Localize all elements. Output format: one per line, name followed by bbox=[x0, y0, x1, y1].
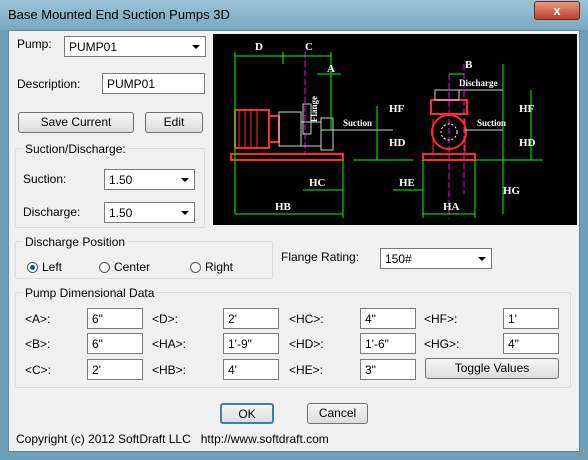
edit-button[interactable]: Edit bbox=[145, 112, 203, 133]
dim-label-c: C bbox=[305, 41, 313, 53]
description-input[interactable]: PUMP01 bbox=[102, 73, 205, 94]
chevron-down-icon bbox=[181, 178, 189, 182]
flange-rating-select[interactable]: 150# bbox=[380, 248, 492, 269]
label-hd: <HD>: bbox=[289, 337, 324, 351]
pump-body bbox=[278, 111, 302, 147]
cancel-button[interactable]: Cancel bbox=[307, 403, 368, 424]
title-bar: Base Mounted End Suction Pumps 3D x bbox=[0, 0, 588, 30]
flange-label: Flange bbox=[309, 96, 319, 122]
input-ha[interactable]: 1'-9" bbox=[223, 333, 279, 354]
dialog-window: Base Mounted End Suction Pumps 3D x Pump… bbox=[0, 0, 588, 460]
radio-left[interactable] bbox=[27, 262, 38, 273]
chevron-down-icon bbox=[181, 211, 189, 215]
discharge-position-title: Discharge Position bbox=[23, 235, 128, 249]
input-hc[interactable]: 4" bbox=[360, 308, 416, 329]
radio-center[interactable] bbox=[99, 262, 110, 273]
input-b[interactable]: 6" bbox=[87, 333, 143, 354]
suction-select[interactable]: 1.50 bbox=[104, 169, 195, 190]
input-hg[interactable]: 4" bbox=[503, 333, 559, 354]
input-a[interactable]: 6" bbox=[87, 308, 143, 329]
motor-shape bbox=[268, 115, 280, 143]
suction-select-value: 1.50 bbox=[109, 173, 133, 187]
chevron-down-icon bbox=[478, 257, 486, 261]
base-plate bbox=[230, 153, 344, 161]
dim-label-hf-right: HF bbox=[519, 103, 535, 115]
flange-rating-value: 150# bbox=[385, 252, 412, 266]
chevron-down-icon bbox=[192, 45, 200, 49]
label-c: <C>: bbox=[25, 363, 52, 377]
label-ha: <HA>: bbox=[152, 337, 187, 351]
dimensional-data-title: Pump Dimensional Data bbox=[23, 286, 157, 300]
radio-right-label[interactable]: Right bbox=[205, 260, 233, 274]
motor-shape bbox=[234, 109, 270, 149]
dim-label-d: D bbox=[255, 41, 263, 53]
label-hc: <HC>: bbox=[289, 312, 324, 326]
description-label: Description: bbox=[17, 77, 81, 91]
discharge-select[interactable]: 1.50 bbox=[104, 202, 195, 223]
dim-label-a: A bbox=[327, 63, 335, 75]
dim-label-ha: HA bbox=[443, 201, 460, 213]
input-d[interactable]: 2' bbox=[223, 308, 279, 329]
label-d: <D>: bbox=[152, 312, 179, 326]
suction-label: Suction: bbox=[23, 172, 67, 186]
label-hf: <HF>: bbox=[424, 312, 458, 326]
input-hf[interactable]: 1' bbox=[503, 308, 559, 329]
dim-label-b: B bbox=[465, 59, 473, 71]
radio-center-label[interactable]: Center bbox=[114, 260, 150, 274]
radio-left-label[interactable]: Left bbox=[42, 260, 62, 274]
dialog-body: Pump: PUMP01 Description: PUMP01 Save Cu… bbox=[8, 30, 580, 452]
copyright-text: Copyright (c) 2012 SoftDraft LLC http://… bbox=[16, 432, 329, 446]
pump-select-value: PUMP01 bbox=[69, 40, 118, 54]
suction-label-right: Suction bbox=[477, 118, 506, 128]
dim-label-hg: HG bbox=[503, 185, 521, 197]
label-hg: <HG>: bbox=[424, 337, 460, 351]
save-current-button[interactable]: Save Current bbox=[18, 112, 134, 133]
input-hb[interactable]: 4' bbox=[223, 359, 279, 380]
close-button[interactable]: x bbox=[534, 1, 580, 20]
label-b: <B>: bbox=[25, 337, 51, 351]
label-a: <A>: bbox=[25, 312, 51, 326]
radio-right[interactable] bbox=[190, 262, 201, 273]
dim-label-hb: HB bbox=[275, 201, 292, 213]
flange-rating-label: Flange Rating: bbox=[281, 250, 360, 264]
dim-label-hd-left: HD bbox=[389, 137, 406, 149]
dim-label-hf-left: HF bbox=[389, 103, 405, 115]
discharge-select-value: 1.50 bbox=[109, 206, 133, 220]
input-c[interactable]: 2' bbox=[87, 359, 143, 380]
input-hd[interactable]: 1'-6" bbox=[360, 333, 416, 354]
label-hb: <HB>: bbox=[152, 363, 187, 377]
toggle-values-button[interactable]: Toggle Values bbox=[425, 358, 559, 379]
pump-diagram: D C A B Flange Suction Suction Discharge… bbox=[213, 34, 577, 225]
discharge-label-diagram: Discharge bbox=[459, 78, 498, 88]
dim-label-he: HE bbox=[399, 177, 415, 189]
pump-label: Pump: bbox=[17, 37, 52, 51]
input-he[interactable]: 3" bbox=[360, 359, 416, 380]
label-he: <HE>: bbox=[289, 363, 324, 377]
dim-label-hd-right: HD bbox=[519, 137, 536, 149]
close-icon[interactable]: x bbox=[553, 3, 560, 18]
ok-button[interactable]: OK bbox=[220, 403, 274, 424]
dim-label-hc: HC bbox=[309, 177, 326, 189]
pump-casing bbox=[434, 89, 460, 101]
discharge-label: Discharge: bbox=[23, 205, 81, 219]
suction-label-left: Suction bbox=[343, 118, 372, 128]
suction-discharge-title: Suction/Discharge: bbox=[23, 142, 128, 156]
window-title: Base Mounted End Suction Pumps 3D bbox=[8, 7, 230, 22]
pump-select[interactable]: PUMP01 bbox=[64, 36, 206, 57]
